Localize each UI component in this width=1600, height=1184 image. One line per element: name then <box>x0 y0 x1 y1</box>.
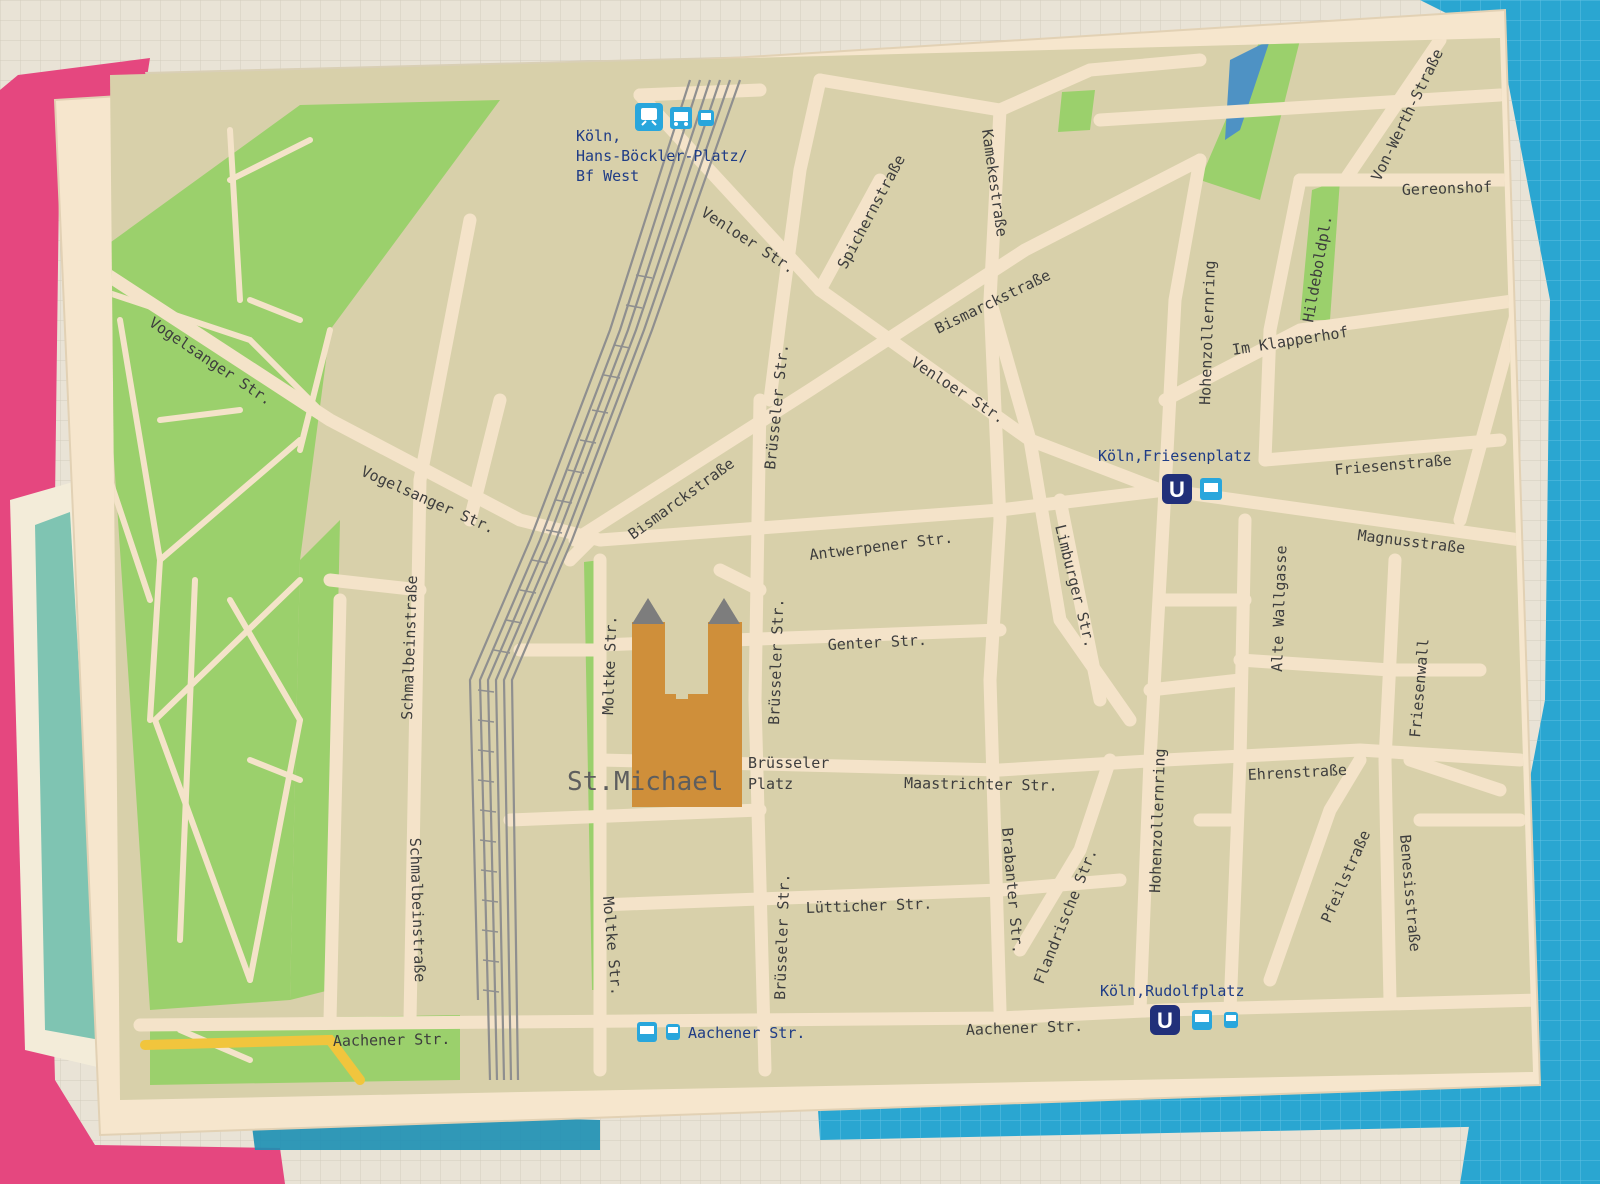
ubahn-symbol: U <box>1157 1008 1173 1033</box>
place-st-michael: St.Michael <box>567 767 724 797</box>
bus-icon[interactable] <box>1224 1012 1238 1028</box>
place-bruesseler-platz-line1: Brüsseler <box>748 754 829 772</box>
station-west-label-line2: Hans-Böckler-Platz/ <box>576 147 748 165</box>
tram-icon[interactable] <box>1200 478 1222 500</box>
map-area <box>110 38 1533 1100</box>
ubahn-icon[interactable]: U <box>1162 474 1192 504</box>
map-canvas[interactable]: U U Köln, Hans-Böckler-Platz/ Bf West Kö… <box>0 0 1600 1184</box>
station-west-label-line1: Köln, <box>576 127 621 145</box>
station-west-label-line3: Bf West <box>576 167 639 185</box>
tram-icon[interactable] <box>1192 1010 1212 1030</box>
station-rudolfplatz-label: Köln,Rudolfplatz <box>1100 982 1245 1000</box>
bus-icon[interactable] <box>698 110 714 126</box>
ubahn-icon[interactable]: U <box>1150 1005 1180 1035</box>
street-moltke-1: Moltke Str. <box>599 615 620 715</box>
bus-icon[interactable] <box>666 1024 680 1040</box>
tram-icon[interactable] <box>637 1022 657 1042</box>
ubahn-symbol: U <box>1169 477 1185 502</box>
station-aachener-label: Aachener Str. <box>688 1024 805 1042</box>
map-collage: U U Köln, Hans-Böckler-Platz/ Bf West Kö… <box>0 0 1600 1184</box>
tram-icon[interactable] <box>670 107 692 129</box>
train-icon[interactable] <box>635 103 663 131</box>
street-maastrichter: Maastrichter Str. <box>904 774 1058 795</box>
place-bruesseler-platz-line2: Platz <box>748 775 793 793</box>
station-friesenplatz-label: Köln,Friesenplatz <box>1098 447 1252 465</box>
street-gereonshof: Gereonshof <box>1402 178 1493 199</box>
street-aachener-1: Aachener Str. <box>333 1030 451 1050</box>
